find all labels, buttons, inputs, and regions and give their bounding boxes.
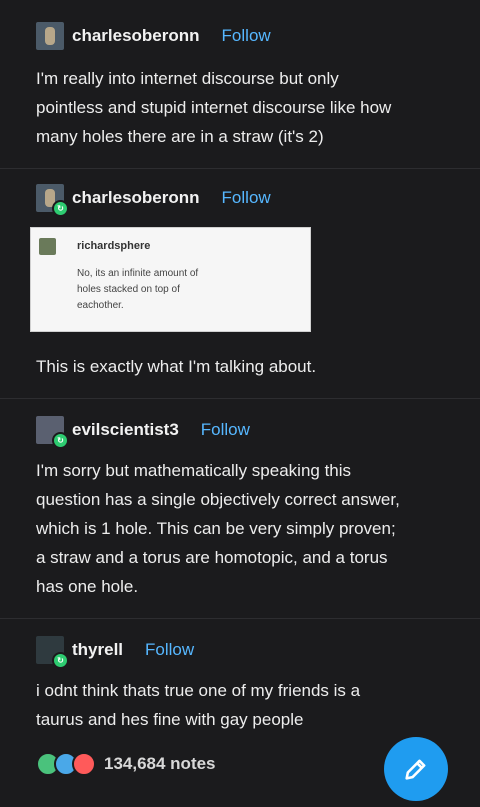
post-text: This is exactly what I'm talking about. — [36, 352, 456, 381]
divider — [0, 168, 480, 169]
pencil-icon — [405, 759, 426, 780]
post-text: i odnt think thats true one of my friend… — [36, 676, 456, 734]
text-line: has one hole. — [36, 577, 139, 596]
compose-button[interactable] — [384, 737, 448, 801]
notes-count[interactable]: 134,684 notes — [104, 754, 216, 774]
follow-button[interactable]: Follow — [222, 26, 271, 46]
text-line: This is exactly what I'm talking about. — [36, 357, 317, 376]
text-line: i odnt think thats true one of my friend… — [36, 681, 361, 700]
notes-icons — [36, 752, 96, 776]
divider — [0, 618, 480, 619]
reblog-badge-icon: ↻ — [52, 432, 69, 449]
reblog-badge-icon: ↻ — [52, 652, 69, 669]
username[interactable]: evilscientist3 — [72, 420, 179, 440]
text-line: No, its an infinite amount of — [77, 268, 199, 279]
like-icon — [72, 752, 96, 776]
avatar[interactable]: ↻ — [36, 636, 69, 669]
follow-button[interactable]: Follow — [201, 420, 250, 440]
text-line: taurus and hes fine with gay people — [36, 710, 304, 729]
post-header: ↻ charlesoberonn Follow — [36, 184, 271, 217]
reblog-badge-icon: ↻ — [52, 200, 69, 217]
post-text: I'm sorry but mathematically speaking th… — [36, 456, 456, 601]
text-line: I'm sorry but mathematically speaking th… — [36, 461, 352, 480]
text-line: eachother. — [77, 300, 124, 311]
avatar[interactable]: ↻ — [36, 184, 69, 217]
follow-button[interactable]: Follow — [222, 188, 271, 208]
follow-button[interactable]: Follow — [145, 640, 194, 660]
quoted-post: richardsphere No, its an infinite amount… — [30, 227, 311, 332]
quote-text: No, its an infinite amount of holes stac… — [77, 266, 277, 314]
text-line: holes stacked on top of — [77, 284, 180, 295]
text-line: pointless and stupid internet discourse … — [36, 98, 392, 117]
text-line: I'm really into internet discourse but o… — [36, 69, 339, 88]
post-header: ↻ thyrell Follow — [36, 636, 194, 669]
post-text: I'm really into internet discourse but o… — [36, 64, 456, 151]
quote-username: richardsphere — [77, 240, 151, 252]
divider — [0, 398, 480, 399]
post-header: charlesoberonn Follow — [36, 22, 271, 50]
text-line: many holes there are in a straw (it's 2) — [36, 127, 324, 146]
avatar[interactable] — [36, 22, 64, 50]
username[interactable]: thyrell — [72, 640, 123, 660]
text-line: question has a single objectively correc… — [36, 490, 400, 509]
text-line: a straw and a torus are homotopic, and a… — [36, 548, 388, 567]
text-line: which is 1 hole. This can be very simply… — [36, 519, 396, 538]
avatar[interactable]: ↻ — [36, 416, 69, 449]
username[interactable]: charlesoberonn — [72, 26, 200, 46]
post-header: ↻ evilscientist3 Follow — [36, 416, 250, 449]
notes-footer[interactable]: 134,684 notes — [36, 752, 216, 776]
username[interactable]: charlesoberonn — [72, 188, 200, 208]
quote-avatar — [39, 238, 56, 255]
